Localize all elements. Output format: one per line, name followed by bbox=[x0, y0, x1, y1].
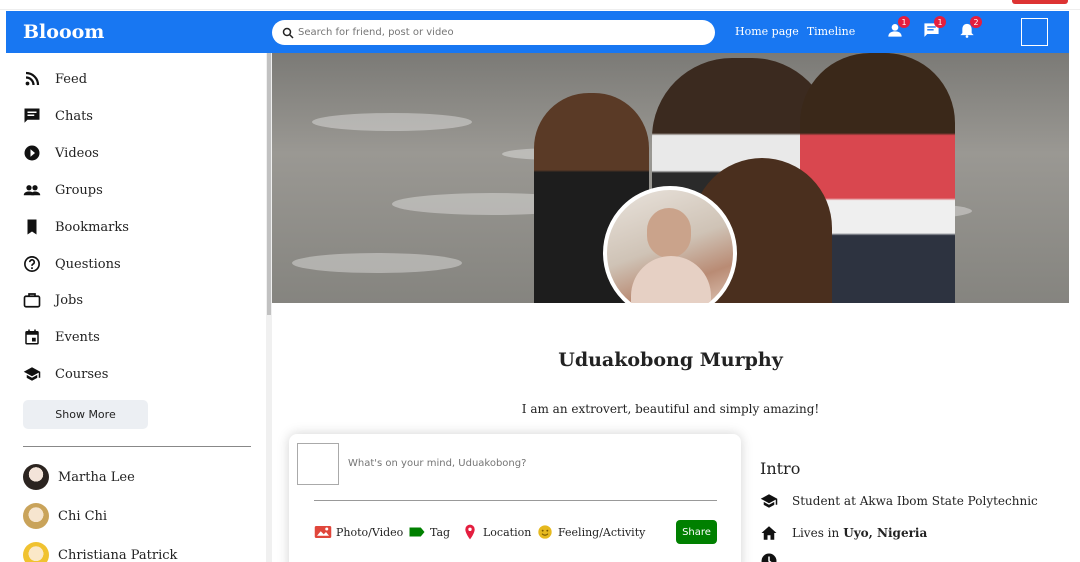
group-icon bbox=[23, 185, 41, 196]
sidebar-item-chats[interactable]: Chats bbox=[23, 107, 93, 125]
friend-list-item[interactable]: Chi Chi bbox=[23, 503, 107, 529]
intro-lives-place: Uyo, Nigeria bbox=[843, 526, 928, 540]
briefcase-icon bbox=[23, 293, 41, 308]
profile-picture[interactable] bbox=[603, 186, 737, 320]
notification-badge: 1 bbox=[934, 16, 946, 28]
intro-lives-label: Lives in bbox=[792, 526, 840, 540]
clock-icon bbox=[761, 553, 777, 562]
sidebar-item-jobs[interactable]: Jobs bbox=[23, 291, 83, 309]
scrollbar-thumb[interactable] bbox=[267, 53, 271, 315]
top-navbar: Blooom Home page Timeline 1 1 2 bbox=[6, 11, 1069, 53]
avatar bbox=[23, 542, 49, 562]
user-avatar[interactable] bbox=[1021, 18, 1048, 46]
show-more-button[interactable]: Show More bbox=[23, 400, 148, 429]
location-pin-icon bbox=[465, 524, 475, 540]
post-option-photo-video[interactable]: Photo/Video bbox=[314, 524, 403, 540]
post-option-label: Location bbox=[483, 525, 532, 539]
sidebar-item-label: Chats bbox=[55, 108, 93, 124]
post-input[interactable] bbox=[348, 458, 708, 469]
left-sidebar: Feed Chats Videos Groups Bookmarks Quest… bbox=[0, 53, 266, 562]
nav-link-timeline[interactable]: Timeline bbox=[807, 25, 855, 38]
intro-joined bbox=[760, 552, 792, 562]
sidebar-item-label: Courses bbox=[55, 366, 109, 382]
post-divider bbox=[314, 500, 717, 501]
create-post-card: Photo/Video Tag Location Feeling/Activit… bbox=[289, 434, 741, 562]
sidebar-item-events[interactable]: Events bbox=[23, 328, 100, 346]
search-input[interactable] bbox=[298, 27, 698, 38]
profile-bio: I am an extrovert, beautiful and simply … bbox=[521, 402, 820, 416]
search-icon bbox=[282, 27, 294, 39]
intro-location: Lives in Uyo, Nigeria bbox=[760, 524, 927, 542]
search-bar[interactable] bbox=[272, 20, 715, 45]
sidebar-item-label: Questions bbox=[55, 256, 121, 272]
sidebar-item-label: Jobs bbox=[55, 292, 84, 308]
sidebar-item-label: Videos bbox=[55, 145, 99, 161]
rss-icon bbox=[25, 71, 40, 86]
post-option-label: Tag bbox=[430, 525, 451, 539]
sidebar-item-videos[interactable]: Videos bbox=[23, 144, 99, 162]
avatar bbox=[23, 503, 49, 529]
post-option-tag[interactable]: Tag bbox=[408, 524, 450, 540]
friend-list-item[interactable]: Martha Lee bbox=[23, 464, 135, 490]
profile-name: Uduakobong Murphy bbox=[558, 349, 783, 371]
friend-name: Christiana Patrick bbox=[58, 547, 178, 562]
sidebar-divider bbox=[23, 446, 251, 447]
help-circle-icon bbox=[24, 256, 40, 272]
friend-requests-button[interactable]: 1 bbox=[884, 16, 910, 41]
browser-top-strip bbox=[0, 0, 1080, 10]
post-option-feeling[interactable]: Feeling/Activity bbox=[536, 524, 645, 540]
school-icon bbox=[760, 494, 778, 508]
sidebar-item-label: Events bbox=[55, 329, 100, 345]
school-icon bbox=[23, 367, 41, 381]
app-logo[interactable]: Blooom bbox=[23, 21, 273, 43]
post-option-label: Feeling/Activity bbox=[558, 525, 646, 539]
notification-badge: 1 bbox=[898, 16, 910, 28]
messages-button[interactable]: 1 bbox=[920, 16, 946, 41]
share-button[interactable]: Share bbox=[676, 520, 717, 544]
photo-icon bbox=[314, 526, 332, 538]
sidebar-item-feed[interactable]: Feed bbox=[23, 70, 87, 88]
avatar bbox=[23, 464, 49, 490]
sidebar-item-label: Groups bbox=[55, 182, 103, 198]
notification-badge: 2 bbox=[970, 16, 982, 28]
intro-education-text: Student at Akwa Ibom State Polytechnic bbox=[792, 494, 1038, 508]
bookmark-icon bbox=[27, 219, 37, 235]
sidebar-item-bookmarks[interactable]: Bookmarks bbox=[23, 218, 129, 236]
nav-link-home-page[interactable]: Home page bbox=[735, 25, 799, 38]
intro-education: Student at Akwa Ibom State Polytechnic bbox=[760, 492, 1038, 510]
play-circle-icon bbox=[24, 145, 40, 161]
sidebar-item-label: Bookmarks bbox=[55, 219, 129, 235]
post-avatar bbox=[297, 443, 339, 485]
tag-icon bbox=[409, 527, 425, 537]
home-icon bbox=[761, 526, 777, 540]
intro-title: Intro bbox=[760, 459, 801, 478]
post-option-label: Photo/Video bbox=[336, 525, 404, 539]
smiley-icon bbox=[538, 525, 552, 539]
friend-name: Chi Chi bbox=[58, 508, 108, 524]
friend-name: Martha Lee bbox=[58, 469, 135, 485]
browser-close-tab[interactable] bbox=[1012, 0, 1068, 4]
notifications-button[interactable]: 2 bbox=[956, 16, 982, 41]
sidebar-item-groups[interactable]: Groups bbox=[23, 181, 103, 199]
calendar-icon bbox=[25, 329, 39, 345]
sidebar-item-questions[interactable]: Questions bbox=[23, 255, 121, 273]
chat-icon bbox=[24, 108, 40, 123]
sidebar-item-courses[interactable]: Courses bbox=[23, 365, 108, 383]
post-option-location[interactable]: Location bbox=[461, 524, 531, 540]
friend-list-item[interactable]: Christiana Patrick bbox=[23, 542, 177, 562]
sidebar-item-label: Feed bbox=[55, 71, 88, 87]
